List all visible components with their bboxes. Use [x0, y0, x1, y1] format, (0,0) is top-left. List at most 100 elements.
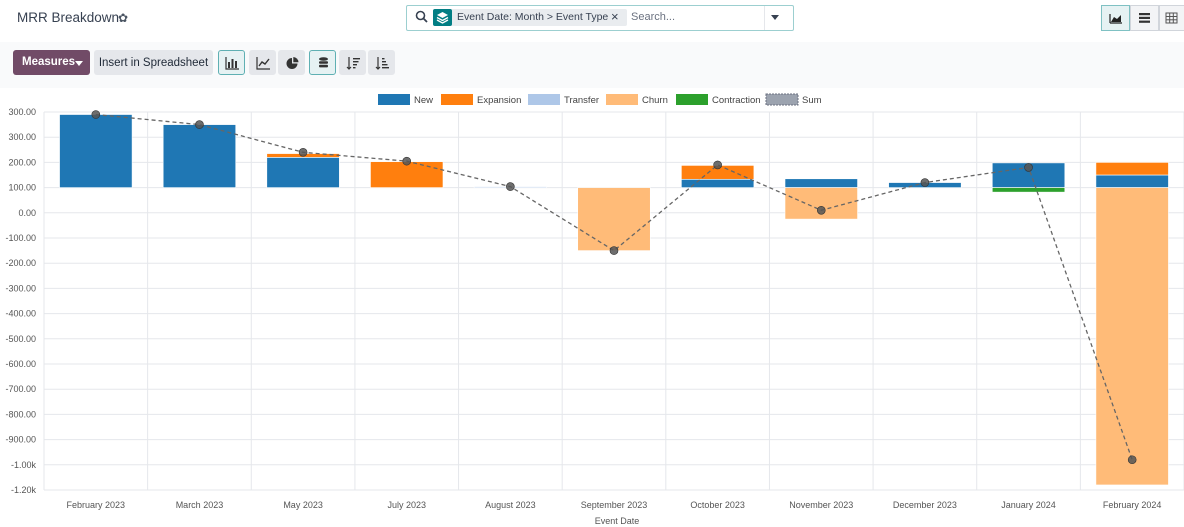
search-icon: [415, 10, 428, 23]
x-tick-label: October 2023: [690, 500, 745, 510]
facet-label: Event Date: Month > Event Type: [457, 11, 609, 23]
top-bar: MRR Breakdown ✿ Event Date: Month > Even…: [0, 0, 1184, 38]
sum-point-october-2023[interactable]: [713, 160, 722, 170]
legend-label-new[interactable]: New: [414, 95, 433, 106]
sum-point-february-2024[interactable]: [1127, 455, 1137, 465]
y-tick-label: -800.00: [5, 409, 36, 419]
y-axis: 300.00 300.00 200.00 100.00 0.00 -100.00 -200.…: [5, 107, 36, 495]
search-input[interactable]: [631, 9, 761, 25]
legend-swatch-churn[interactable]: [606, 94, 638, 105]
y-tick-label: 200.00: [8, 157, 36, 167]
y-tick-label: -200.00: [5, 258, 36, 268]
legend-swatch-transfer[interactable]: [528, 94, 560, 105]
sum-point-november-2023[interactable]: [816, 205, 826, 215]
y-tick-label: -900.00: [5, 435, 36, 445]
y-tick-label: -300.00: [5, 283, 36, 293]
bar-expansion-february-2024[interactable]: [1095, 162, 1169, 176]
bar-chart-button[interactable]: [218, 50, 245, 75]
sum-point-may-2023[interactable]: [298, 148, 308, 157]
gear-icon[interactable]: ✿: [118, 11, 128, 25]
y-tick-label: -100.00: [5, 233, 36, 243]
y-tick-label: 300.00: [8, 107, 36, 117]
sort-descending-icon: [346, 57, 360, 70]
layers-icon: [433, 9, 452, 26]
bar-churn-september-2023[interactable]: [577, 187, 651, 251]
chart-bars: [59, 114, 1169, 486]
bar-contraction-january-2024[interactable]: [991, 187, 1066, 193]
bar-expansion-july-2023[interactable]: [370, 161, 444, 188]
x-tick-label: July 2023: [387, 500, 426, 510]
bar-new-november-2023[interactable]: [784, 178, 858, 188]
sum-point-january-2024[interactable]: [1024, 163, 1033, 172]
bar-chart-icon: [225, 57, 239, 70]
x-axis: February 2023 March 2023 May 2023 July 2023…: [67, 500, 1162, 510]
close-icon[interactable]: ×: [611, 9, 619, 24]
legend-label-churn[interactable]: Churn: [642, 95, 668, 106]
measures-label: Measures: [22, 56, 76, 68]
y-tick-label: -600.00: [5, 359, 36, 369]
x-tick-label: January 2024: [1001, 500, 1056, 510]
sum-point-february-2023[interactable]: [91, 110, 101, 119]
caret-down-icon: [75, 61, 83, 66]
list-view-button[interactable]: [1130, 5, 1159, 31]
y-tick-label: 300.00: [8, 132, 36, 142]
stacked-button[interactable]: [309, 50, 336, 75]
y-tick-label: 100.00: [8, 183, 36, 193]
table-icon: [1165, 12, 1178, 24]
insert-spreadsheet-button[interactable]: Insert in Spreadsheet: [94, 50, 213, 75]
list-icon: [1139, 13, 1150, 23]
x-tick-label: February 2023: [67, 500, 126, 510]
line-chart-icon: [256, 57, 270, 70]
sum-point-december-2023[interactable]: [920, 178, 930, 187]
pie-chart-icon: [286, 57, 299, 69]
legend-swatch-expansion[interactable]: [441, 94, 473, 105]
bar-new-march-2023[interactable]: [162, 124, 237, 188]
pie-chart-button[interactable]: [278, 50, 305, 75]
x-tick-label: August 2023: [485, 500, 536, 510]
sort-ascending-icon: [375, 57, 389, 70]
bar-new-february-2023[interactable]: [59, 114, 133, 188]
y-tick-label: -700.00: [5, 384, 36, 394]
line-chart-button[interactable]: [249, 50, 276, 75]
sum-point-august-2023[interactable]: [506, 182, 515, 191]
bar-churn-february-2024[interactable]: [1095, 187, 1169, 486]
legend-label-transfer[interactable]: Transfer: [564, 95, 599, 106]
mrr-bar-chart: New Expansion Transfer Churn Contraction Sum …: [5, 93, 1184, 526]
x-tick-label: May 2023: [283, 500, 323, 510]
sort-descending-button[interactable]: [339, 50, 366, 75]
y-tick-label: -500.00: [5, 334, 36, 344]
x-tick-label: February 2024: [1103, 500, 1162, 510]
bar-new-may-2023[interactable]: [266, 157, 340, 188]
measures-button[interactable]: Measures: [13, 50, 90, 75]
legend-label-sum[interactable]: Sum: [802, 95, 822, 106]
x-tick-label: September 2023: [581, 500, 648, 510]
chevron-down-icon[interactable]: [771, 15, 779, 20]
y-tick-label: -1.20k: [11, 485, 37, 495]
legend-swatch-contraction[interactable]: [676, 94, 708, 105]
y-tick-label: 0.00: [18, 208, 36, 218]
x-tick-label: November 2023: [789, 500, 853, 510]
control-bar: Measures Insert in Spreadsheet: [0, 42, 1184, 88]
graph-view-button[interactable]: [1101, 5, 1130, 31]
sort-ascending-button[interactable]: [368, 50, 395, 75]
pivot-view-button[interactable]: [1159, 5, 1184, 31]
legend-swatch-new[interactable]: [378, 94, 410, 105]
legend-swatch-sum[interactable]: [765, 93, 799, 106]
bar-new-february-2024[interactable]: [1095, 174, 1169, 188]
search-divider: [764, 6, 765, 30]
area-chart-icon: [1109, 14, 1122, 24]
search-facet: Event Date: Month > Event Type ×: [433, 9, 627, 26]
x-tick-label: December 2023: [893, 500, 957, 510]
legend-label-expansion[interactable]: Expansion: [477, 95, 521, 106]
legend-label-contraction[interactable]: Contraction: [712, 95, 761, 106]
sum-point-march-2023[interactable]: [195, 120, 204, 129]
x-tick-label: March 2023: [176, 500, 224, 510]
x-axis-label: Event Date: [595, 516, 640, 526]
sum-line: [91, 110, 1137, 465]
page-title: MRR Breakdown: [17, 10, 120, 25]
chart-legend: New Expansion Transfer Churn Contraction Sum: [378, 93, 822, 106]
sum-point-september-2023[interactable]: [609, 246, 619, 255]
sum-point-july-2023[interactable]: [402, 156, 412, 166]
y-tick-label: -400.00: [5, 309, 36, 319]
search-bar[interactable]: Event Date: Month > Event Type ×: [406, 5, 794, 31]
